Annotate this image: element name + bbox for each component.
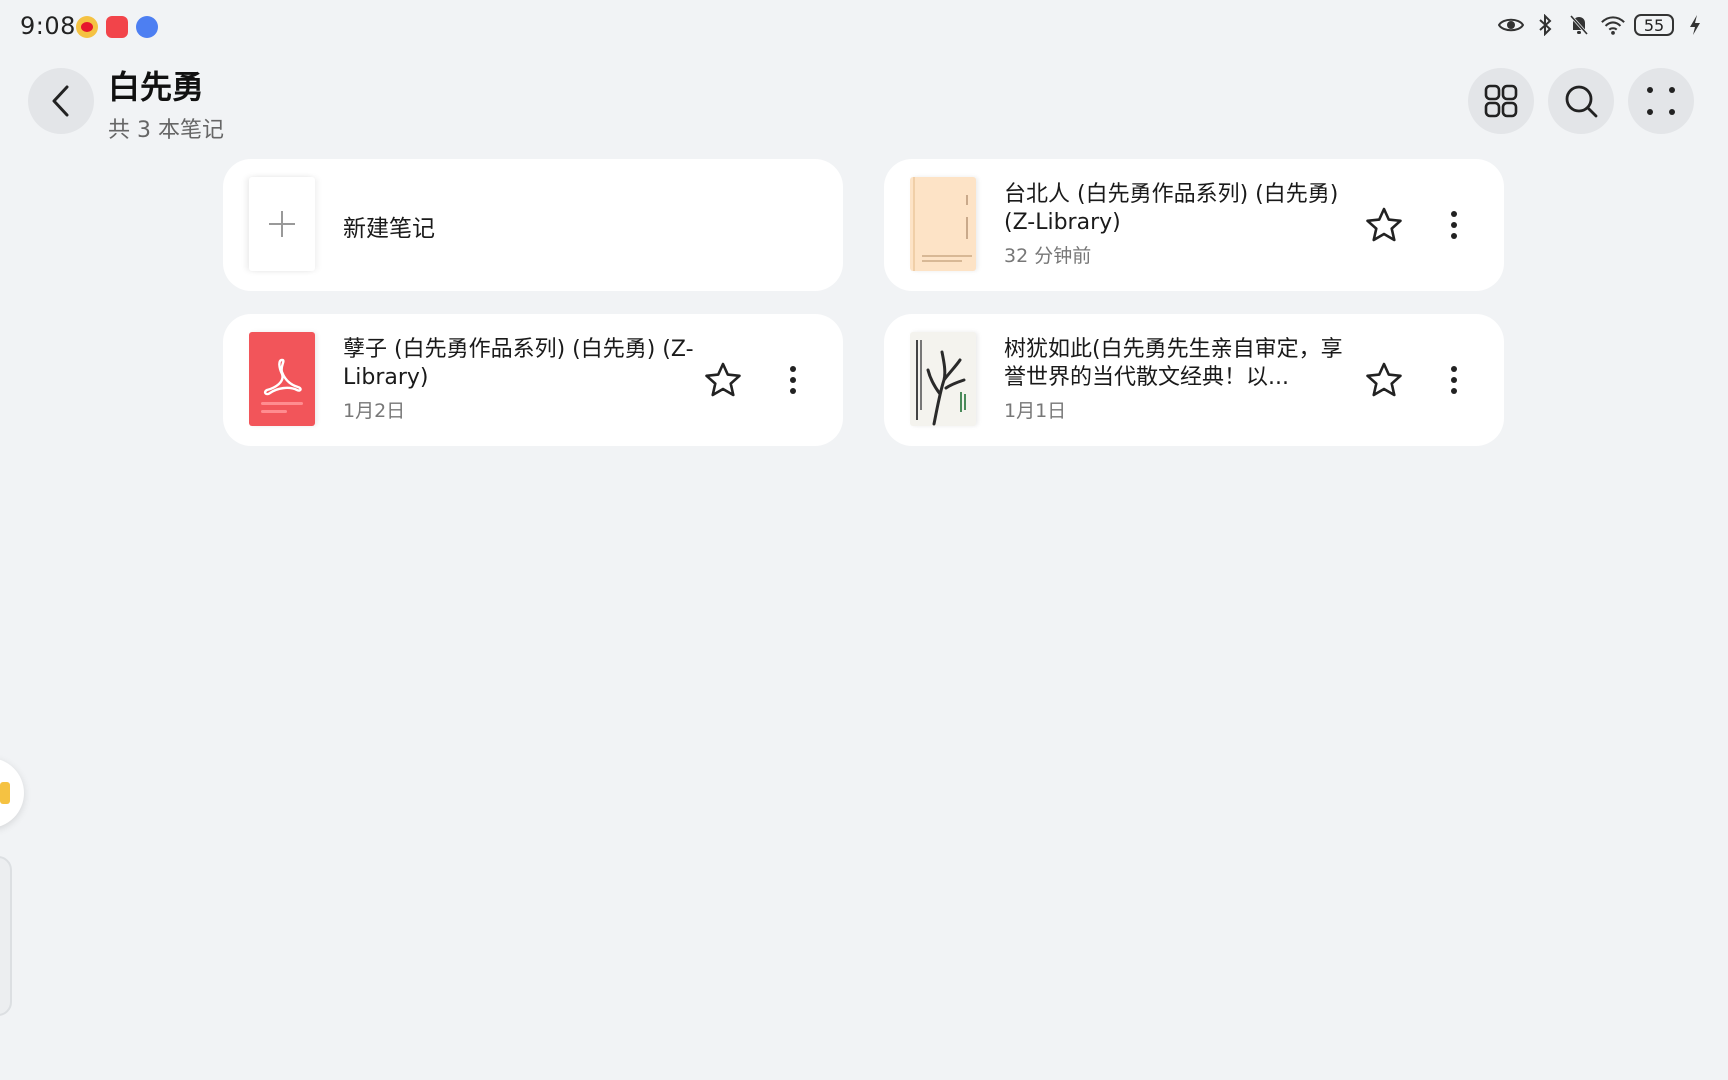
new-note-card[interactable]: 新建笔记 — [223, 159, 843, 291]
note-more-button[interactable] — [1434, 360, 1474, 400]
book-cover — [910, 332, 976, 426]
star-icon — [1366, 362, 1402, 397]
more-vertical-icon — [1451, 211, 1457, 239]
tree-cover-art — [916, 340, 966, 426]
favorite-button[interactable] — [1364, 360, 1404, 400]
pdf-icon — [261, 358, 303, 413]
page-title: 白先勇 — [108, 68, 205, 106]
app-red-icon — [106, 16, 128, 38]
pdf-cover — [249, 332, 315, 426]
charging-icon — [1682, 12, 1708, 38]
status-time: 9:08 — [20, 12, 76, 40]
favorite-button[interactable] — [703, 360, 743, 400]
more-options-button[interactable] — [1628, 68, 1694, 134]
note-time: 1月2日 — [343, 400, 406, 422]
header-actions — [1468, 68, 1694, 134]
more-options-icon — [1647, 87, 1675, 115]
bluetooth-icon — [1532, 12, 1558, 38]
note-card[interactable]: 树犹如此(白先勇先生亲自审定，享誉世界的当代散文经典！以... 1月1日 — [884, 314, 1504, 446]
note-time: 32 分钟前 — [1004, 245, 1092, 267]
book-cover — [910, 177, 976, 271]
mute-icon — [1566, 12, 1592, 38]
new-note-cover — [249, 177, 315, 271]
note-title: 孽子 (白先勇作品系列) (白先勇) (Z-Library) — [343, 337, 694, 390]
notification-icons — [76, 16, 158, 38]
grid-view-button[interactable] — [1468, 68, 1534, 134]
note-more-button[interactable] — [773, 360, 813, 400]
note-title: 树犹如此(白先勇先生亲自审定，享誉世界的当代散文经典！以... — [1004, 337, 1343, 390]
star-icon — [1366, 207, 1402, 242]
status-bar: 9:08 55 — [0, 0, 1728, 56]
chevron-left-icon — [52, 85, 69, 117]
plus-icon — [269, 211, 295, 237]
eye-icon — [1498, 12, 1524, 38]
back-button[interactable] — [28, 68, 94, 134]
book-cover-art — [913, 177, 972, 271]
more-vertical-icon — [1451, 366, 1457, 394]
battery-indicator: 55 — [1634, 14, 1674, 36]
notes-count: 共 3 本笔记 — [108, 118, 224, 143]
star-icon — [705, 362, 741, 397]
side-panel-handle[interactable] — [0, 856, 12, 1016]
floating-ball-icon — [0, 782, 10, 804]
floating-ball[interactable] — [0, 758, 24, 828]
wifi-icon — [1600, 12, 1626, 38]
new-note-label: 新建笔记 — [343, 216, 435, 242]
favorite-button[interactable] — [1364, 205, 1404, 245]
search-button[interactable] — [1548, 68, 1614, 134]
search-icon — [1565, 85, 1598, 118]
more-vertical-icon — [790, 366, 796, 394]
notes-page: 9:08 55 白先勇 共 3 本笔记 新建笔记 台北人 (白先勇作品系列) (… — [0, 0, 1728, 1080]
music-icon — [136, 16, 158, 38]
system-icons: 55 — [1498, 12, 1708, 38]
note-card[interactable]: 台北人 (白先勇作品系列) (白先勇) (Z-Library) 32 分钟前 — [884, 159, 1504, 291]
note-more-button[interactable] — [1434, 205, 1474, 245]
grid-view-icon — [1484, 84, 1518, 118]
weibo-icon — [76, 16, 98, 38]
note-time: 1月1日 — [1004, 400, 1067, 422]
note-card[interactable]: 孽子 (白先勇作品系列) (白先勇) (Z-Library) 1月2日 — [223, 314, 843, 446]
note-title: 台北人 (白先勇作品系列) (白先勇) (Z-Library) — [1004, 182, 1339, 235]
